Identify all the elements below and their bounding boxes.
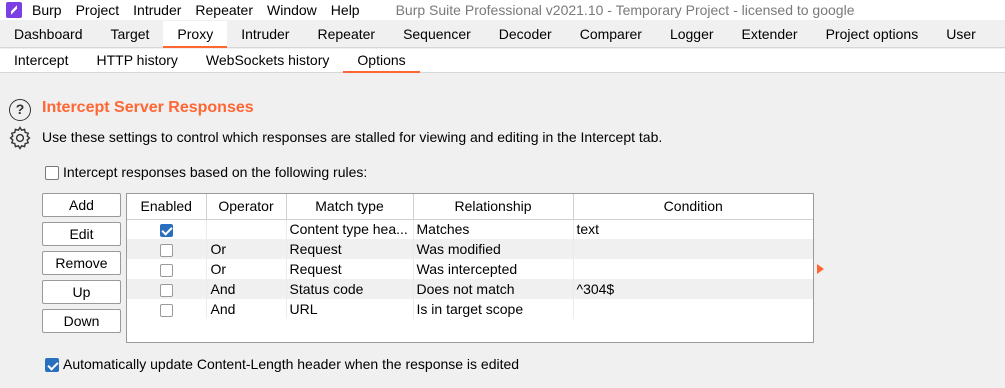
menu-project[interactable]: Project <box>76 0 120 20</box>
tab-sequencer[interactable]: Sequencer <box>389 21 485 47</box>
subtab-options[interactable]: Options <box>343 49 420 73</box>
rule-enabled-checkbox[interactable] <box>159 224 173 238</box>
relationship-cell: Does not match <box>413 279 574 299</box>
column-header-enabled[interactable]: Enabled <box>127 194 207 220</box>
auto-update-content-length-checkbox[interactable] <box>45 358 59 372</box>
question-circle-icon[interactable]: ? <box>9 99 31 121</box>
menu-repeater[interactable]: Repeater <box>195 0 253 20</box>
rule-enabled-checkbox[interactable] <box>159 243 173 257</box>
window-title: Burp Suite Professional v2021.10 - Tempo… <box>395 2 855 18</box>
table-row[interactable]: Or Request Was modified <box>127 239 813 259</box>
burp-logo-icon <box>6 2 22 18</box>
tab-target[interactable]: Target <box>97 21 164 47</box>
rule-enabled-checkbox[interactable] <box>159 283 173 297</box>
table-row[interactable]: And URL Is in target scope <box>127 299 813 319</box>
table-header-row: Enabled Operator Match type Relationship… <box>127 194 813 220</box>
table-row[interactable]: Or Request Was intercepted <box>127 259 813 279</box>
enabled-cell[interactable] <box>127 279 207 299</box>
operator-cell: And <box>206 279 287 299</box>
table-row[interactable]: And Status code Does not match ^304$ <box>127 279 813 299</box>
enabled-cell[interactable] <box>127 219 207 239</box>
menu-intruder[interactable]: Intruder <box>133 0 181 20</box>
tab-logger[interactable]: Logger <box>656 21 728 47</box>
condition-cell <box>573 259 813 279</box>
expand-arrow-icon[interactable] <box>817 264 824 274</box>
enabled-cell[interactable] <box>127 239 207 259</box>
menu-bar: Burp Project Intruder Repeater Window He… <box>0 0 1005 20</box>
tab-project-options[interactable]: Project options <box>812 21 933 47</box>
add-button[interactable]: Add <box>42 193 121 217</box>
menu-burp[interactable]: Burp <box>32 0 62 20</box>
match-type-cell: Request <box>286 239 414 259</box>
edit-button[interactable]: Edit <box>42 222 121 246</box>
enabled-cell[interactable] <box>127 259 207 279</box>
tab-decoder[interactable]: Decoder <box>485 21 566 47</box>
gear-icon[interactable] <box>8 126 32 150</box>
subtab-http-history[interactable]: HTTP history <box>82 49 191 72</box>
remove-button[interactable]: Remove <box>42 251 121 275</box>
tab-extender[interactable]: Extender <box>728 21 812 47</box>
table-row[interactable]: Content type hea... Matches text <box>127 219 813 239</box>
match-type-cell: Request <box>286 259 414 279</box>
condition-cell <box>573 239 813 259</box>
enabled-cell[interactable] <box>127 299 207 319</box>
rule-enabled-checkbox[interactable] <box>159 303 173 317</box>
sub-tab-bar: Intercept HTTP history WebSockets histor… <box>0 49 1005 73</box>
condition-cell: ^304$ <box>573 279 813 299</box>
operator-cell: Or <box>206 259 287 279</box>
column-header-match-type[interactable]: Match type <box>286 194 414 220</box>
column-header-operator[interactable]: Operator <box>206 194 287 220</box>
section-title: Intercept Server Responses <box>42 99 254 116</box>
relationship-cell: Was modified <box>413 239 574 259</box>
relationship-cell: Is in target scope <box>413 299 574 319</box>
tab-user[interactable]: User <box>932 21 990 47</box>
relationship-cell: Matches <box>413 219 574 239</box>
down-button[interactable]: Down <box>42 309 121 333</box>
subtab-websockets-history[interactable]: WebSockets history <box>192 49 343 72</box>
rule-enabled-checkbox[interactable] <box>159 263 173 277</box>
match-type-cell: Content type hea... <box>286 219 414 239</box>
tab-dashboard[interactable]: Dashboard <box>0 21 97 47</box>
rules-table: Enabled Operator Match type Relationship… <box>126 193 814 343</box>
operator-cell: And <box>206 299 287 319</box>
tab-intruder[interactable]: Intruder <box>227 21 303 47</box>
intercept-responses-label: Intercept responses based on the followi… <box>63 164 368 180</box>
column-header-condition[interactable]: Condition <box>573 194 813 220</box>
relationship-cell: Was intercepted <box>413 259 574 279</box>
menu-window[interactable]: Window <box>267 0 317 20</box>
section-description: Use these settings to control which resp… <box>42 129 663 145</box>
intercept-responses-checkbox[interactable] <box>45 166 59 180</box>
condition-cell <box>573 299 813 319</box>
tab-comparer[interactable]: Comparer <box>566 21 656 47</box>
up-button[interactable]: Up <box>42 280 121 304</box>
operator-cell <box>206 219 287 239</box>
operator-cell: Or <box>206 239 287 259</box>
tab-proxy[interactable]: Proxy <box>163 21 228 48</box>
tab-repeater[interactable]: Repeater <box>303 21 389 47</box>
main-tab-bar: Dashboard Target Proxy Intruder Repeater… <box>0 21 1005 48</box>
condition-cell: text <box>576 221 600 238</box>
match-type-cell: URL <box>286 299 414 319</box>
match-type-cell: Status code <box>286 279 414 299</box>
menu-help[interactable]: Help <box>331 0 360 20</box>
column-header-relationship[interactable]: Relationship <box>413 194 574 220</box>
auto-update-content-length-label: Automatically update Content-Length head… <box>63 356 520 372</box>
subtab-intercept[interactable]: Intercept <box>0 49 82 72</box>
